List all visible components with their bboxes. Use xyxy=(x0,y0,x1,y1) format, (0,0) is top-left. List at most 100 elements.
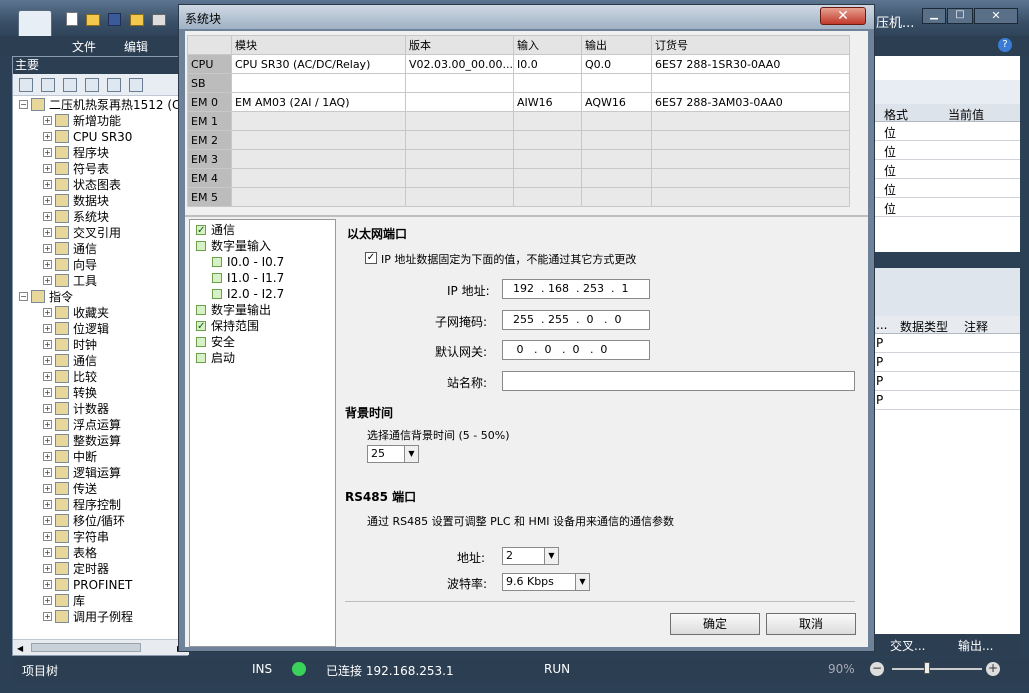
table-icon[interactable] xyxy=(41,78,55,92)
page-icon[interactable] xyxy=(85,78,99,92)
table-cell[interactable] xyxy=(651,130,850,150)
table-cell[interactable] xyxy=(651,149,850,169)
tree-item[interactable]: + 通信 xyxy=(13,353,189,369)
table-cell[interactable]: 6ES7 288-1SR30-0AA0 xyxy=(651,54,850,74)
tree-item[interactable]: + CPU SR30 xyxy=(13,129,189,145)
close-button[interactable]: ✕ xyxy=(974,8,1018,24)
tree-item[interactable]: + 转换 xyxy=(13,385,189,401)
table-cell[interactable] xyxy=(581,168,652,188)
expand-icon[interactable]: + xyxy=(43,548,52,557)
expand-icon[interactable]: + xyxy=(43,260,52,269)
horizontal-scrollbar[interactable]: ◀ ▶ xyxy=(13,639,189,655)
table-cell[interactable] xyxy=(405,168,514,188)
tree-item[interactable]: + 逻辑运算 xyxy=(13,465,189,481)
monitor-icon[interactable] xyxy=(129,78,143,92)
table-cell[interactable] xyxy=(231,168,406,188)
tree-item[interactable]: + 整数运算 xyxy=(13,433,189,449)
expand-icon[interactable]: + xyxy=(43,164,52,173)
table-cell[interactable] xyxy=(651,73,850,93)
address-select[interactable]: 2 ▼ xyxy=(502,547,559,565)
expand-icon[interactable]: + xyxy=(43,356,52,365)
tree-item[interactable]: + 计数器 xyxy=(13,401,189,417)
tree-item[interactable]: + 调用子例程 xyxy=(13,609,189,625)
expand-icon[interactable]: + xyxy=(43,580,52,589)
folder-icon[interactable] xyxy=(130,14,144,26)
expand-icon[interactable]: + xyxy=(43,420,52,429)
expand-icon[interactable]: + xyxy=(43,596,52,605)
baud-select[interactable]: 9.6 Kbps ▼ xyxy=(502,573,590,591)
tab-output[interactable]: 输出... xyxy=(958,637,993,654)
expand-icon[interactable]: + xyxy=(43,468,52,477)
table-row[interactable]: EM 2 xyxy=(187,130,850,150)
help-icon[interactable]: ? xyxy=(998,38,1012,52)
expand-icon[interactable]: + xyxy=(43,516,52,525)
tree-item[interactable]: + 表格 xyxy=(13,545,189,561)
table-cell[interactable] xyxy=(405,187,514,207)
tree-item[interactable]: + 系统块 xyxy=(13,209,189,225)
expand-icon[interactable]: + xyxy=(43,148,52,157)
minimize-button[interactable]: ▁ xyxy=(922,8,946,24)
expand-icon[interactable]: + xyxy=(43,132,52,141)
tree-item[interactable]: + 交叉引用 xyxy=(13,225,189,241)
tree-item[interactable]: + 工具 xyxy=(13,273,189,289)
table-cell[interactable] xyxy=(231,73,406,93)
table-cell[interactable] xyxy=(651,111,850,131)
expand-icon[interactable]: + xyxy=(43,388,52,397)
ip-address-input[interactable]: 192 . 168 . 253 . 1 xyxy=(502,279,650,299)
expand-icon[interactable]: + xyxy=(43,404,52,413)
tree-item[interactable]: + 数据块 xyxy=(13,193,189,209)
tree-item[interactable]: + 收藏夹 xyxy=(13,305,189,321)
tree-item[interactable]: + 符号表 xyxy=(13,161,189,177)
table-cell[interactable]: AIW16 xyxy=(513,92,582,112)
menu-file[interactable]: 文件 xyxy=(72,38,96,55)
table-cell[interactable]: AQW16 xyxy=(581,92,652,112)
table-cell[interactable] xyxy=(651,187,850,207)
table-cell[interactable] xyxy=(513,130,582,150)
bg-time-select[interactable]: 25 ▼ xyxy=(367,445,419,463)
table-cell[interactable] xyxy=(405,130,514,150)
tree-item[interactable]: + 定时器 xyxy=(13,561,189,577)
tree-item[interactable]: + 库 xyxy=(13,593,189,609)
expand-icon[interactable]: + xyxy=(43,452,52,461)
expand-icon[interactable]: − xyxy=(19,292,28,301)
expand-icon[interactable]: + xyxy=(43,244,52,253)
zoom-slider[interactable] xyxy=(892,668,982,670)
expand-icon[interactable]: + xyxy=(43,276,52,285)
expand-icon[interactable]: + xyxy=(43,324,52,333)
table-cell[interactable]: CPU SR30 (AC/DC/Relay) xyxy=(231,54,406,74)
table-cell[interactable] xyxy=(231,111,406,131)
table-row[interactable]: EM 3 xyxy=(187,149,850,169)
symbol-row[interactable]: P xyxy=(872,391,1020,410)
expand-icon[interactable]: + xyxy=(43,196,52,205)
symbol-row[interactable]: P xyxy=(872,353,1020,372)
tree-item[interactable]: + 浮点运算 xyxy=(13,417,189,433)
table-cell[interactable] xyxy=(405,73,514,93)
table-cell[interactable] xyxy=(581,187,652,207)
symbol-row[interactable]: P xyxy=(872,372,1020,391)
tree-item[interactable]: + 传送 xyxy=(13,481,189,497)
tree-item[interactable]: + 新增功能 xyxy=(13,113,189,129)
tree-item[interactable]: + 字符串 xyxy=(13,529,189,545)
ip-fixed-checkbox[interactable]: ✓ xyxy=(365,252,377,264)
table-cell[interactable]: EM AM03 (2AI / 1AQ) xyxy=(231,92,406,112)
table-cell[interactable] xyxy=(513,111,582,131)
watch-row[interactable]: 位 xyxy=(872,198,1020,217)
expand-icon[interactable]: + xyxy=(43,180,52,189)
table-cell[interactable] xyxy=(231,130,406,150)
table-cell[interactable] xyxy=(231,187,406,207)
ok-button[interactable]: 确定 xyxy=(670,613,760,635)
tree-item[interactable]: + 时钟 xyxy=(13,337,189,353)
tree-item[interactable]: + 程序控制 xyxy=(13,497,189,513)
watch-row[interactable]: 位 xyxy=(872,160,1020,179)
station-name-input[interactable] xyxy=(502,371,855,391)
expand-icon[interactable]: + xyxy=(43,500,52,509)
table-cell[interactable] xyxy=(581,111,652,131)
tree-item[interactable]: + 通信 xyxy=(13,241,189,257)
expand-icon[interactable]: + xyxy=(43,228,52,237)
tree-item[interactable]: − 指令 xyxy=(13,289,189,305)
expand-icon[interactable]: + xyxy=(43,532,52,541)
table-row[interactable]: SB xyxy=(187,73,850,93)
table-cell[interactable]: V02.03.00_00.00... xyxy=(405,54,514,74)
table-row[interactable]: EM 0 EM AM03 (2AI / 1AQ) AIW16 AQW16 6ES7 28… xyxy=(187,92,850,112)
table-row[interactable]: EM 4 xyxy=(187,168,850,188)
